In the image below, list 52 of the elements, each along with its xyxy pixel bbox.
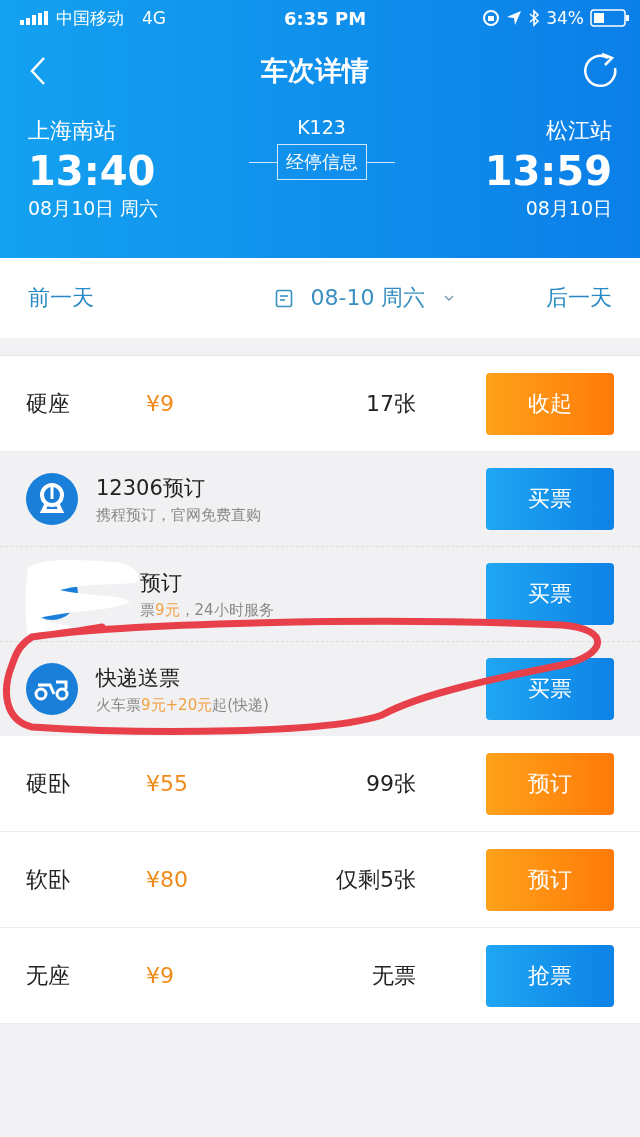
departure-date: 08月10日 周六	[28, 196, 159, 221]
seat-price: ¥55	[146, 771, 189, 796]
seat-type: 硬卧	[26, 769, 71, 798]
book-button[interactable]: 预订	[486, 752, 614, 815]
seat-type: 软卧	[26, 865, 71, 894]
ticket-count: 无票	[371, 961, 417, 990]
calendar-icon	[274, 288, 293, 308]
option-description: 携程预订，官网免费直购	[96, 505, 262, 525]
book-button[interactable]: 预订	[486, 848, 614, 911]
ticket-count: 99张	[365, 769, 417, 798]
seat-price: ¥9	[146, 391, 175, 416]
seat-price: ¥80	[146, 867, 189, 892]
arrival-time: 13:59	[484, 147, 612, 196]
status-time: 6:35 PM	[283, 7, 367, 29]
refresh-icon[interactable]	[582, 52, 620, 90]
train-number: K123	[297, 116, 346, 138]
bluetooth-icon	[528, 9, 541, 27]
buy-ticket-button[interactable]: 买票	[486, 468, 614, 530]
option-description: 火车票9元+20元起(快递)	[96, 695, 270, 715]
seat-type: 无座	[26, 961, 71, 990]
option-title: 预订	[140, 569, 183, 597]
stops-info-button[interactable]: 经停信息	[276, 144, 367, 180]
signal-icon	[20, 11, 50, 25]
ticket-count: 17张	[365, 389, 417, 418]
battery-percent: 34%	[546, 8, 584, 28]
arrival-date: 08月10日	[525, 196, 612, 221]
carrier-name: 中国移动	[56, 6, 124, 30]
network-type: 4G	[142, 8, 166, 28]
buy-ticket-button[interactable]: 买票	[486, 658, 614, 720]
arrival-station: 松江站	[546, 117, 612, 145]
previous-day-link[interactable]: 前一天	[28, 283, 94, 313]
scooter-icon	[26, 663, 78, 715]
next-day-link[interactable]: 后一天	[546, 283, 612, 313]
buy-ticket-button[interactable]: 买票	[486, 563, 614, 625]
page-title: 车次详情	[261, 54, 369, 88]
seat-price: ¥9	[146, 963, 175, 988]
departure-station: 上海南站	[28, 117, 116, 145]
collapse-button[interactable]: 收起	[486, 372, 614, 435]
option-title: 12306预订	[96, 474, 206, 502]
chevron-down-icon[interactable]	[443, 294, 456, 302]
date-selector[interactable]: 08-10 周六	[310, 283, 426, 313]
seat-type: 硬座	[26, 389, 71, 418]
railway-logo-icon	[26, 473, 78, 525]
rotation-lock-icon	[482, 9, 501, 27]
option-description: 票9元，24小时服务	[140, 600, 275, 620]
departure-time: 13:40	[28, 147, 156, 196]
location-icon	[506, 10, 523, 26]
battery-icon	[590, 9, 630, 27]
option-title: 快递送票	[96, 664, 181, 692]
ticket-count: 仅剩5张	[335, 865, 417, 894]
back-icon[interactable]	[28, 56, 48, 86]
book-button[interactable]: 抢票	[486, 944, 614, 1007]
